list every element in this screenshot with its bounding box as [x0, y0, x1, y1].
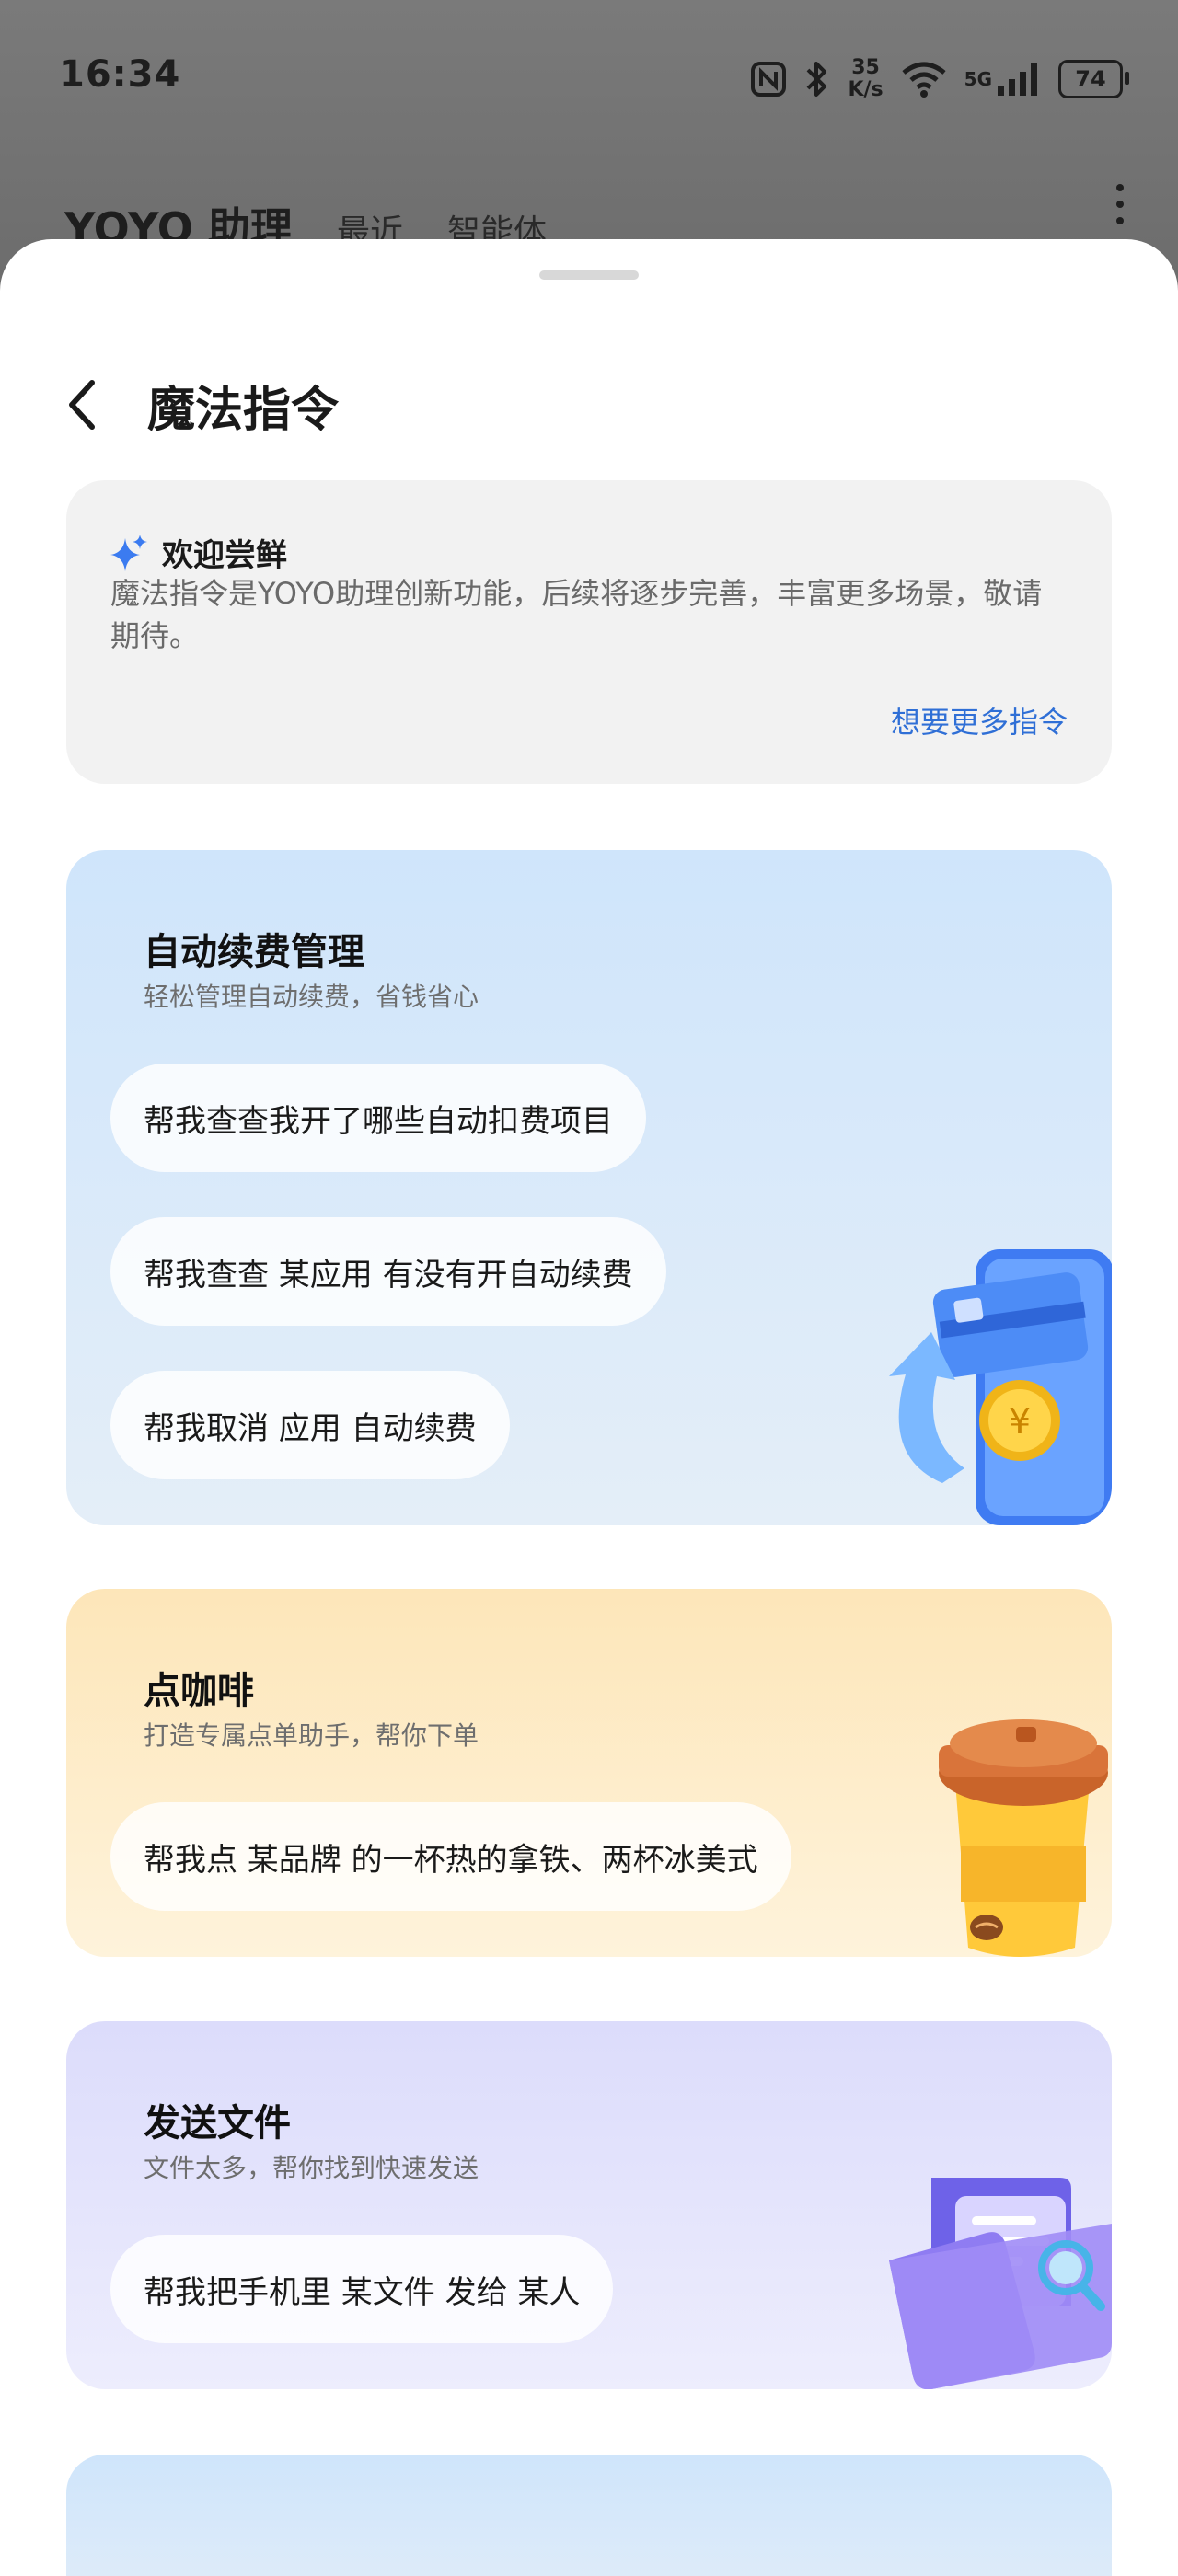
cellular-signal-icon: 5G	[964, 61, 1042, 98]
card-subtitle: 文件太多，帮你找到快速发送	[144, 2153, 479, 2183]
magic-commands-sheet: 魔法指令 欢迎尝鲜 魔法指令是YOYO助理创新功能，后续将逐步完善，丰富更多场景…	[0, 239, 1178, 2576]
svg-text:¥: ¥	[1009, 1401, 1031, 1442]
welcome-header: 欢迎尝鲜	[109, 530, 287, 575]
welcome-card: 欢迎尝鲜 魔法指令是YOYO助理创新功能，后续将逐步完善，丰富更多场景，敬请期待…	[66, 480, 1112, 784]
coffee-cup-illustration	[939, 1719, 1108, 1957]
send-file-card: 发送文件 文件太多，帮你找到快速发送 帮我把手机里 某文件 发给 某人	[66, 2021, 1112, 2389]
command-chip[interactable]: 帮我查查 某应用 有没有开自动续费	[110, 1217, 666, 1326]
network-speed-value: 35	[851, 56, 880, 79]
status-time: 16:34	[59, 53, 181, 96]
more-menu-icon[interactable]	[1114, 184, 1126, 224]
command-chip[interactable]: 帮我点 某品牌 的一杯热的拿铁、两杯冰美式	[110, 1802, 791, 1911]
command-chip[interactable]: 帮我把手机里 某文件 发给 某人	[110, 2235, 614, 2343]
network-speed: 35 K/s	[848, 57, 883, 101]
welcome-title: 欢迎尝鲜	[162, 537, 287, 574]
chevron-left-icon	[69, 380, 95, 430]
sheet-header: 魔法指令	[64, 368, 339, 442]
card-subtitle: 轻松管理自动续费，省钱省心	[144, 982, 479, 1012]
page-title: 魔法指令	[147, 382, 340, 438]
status-bar: 16:34 35 K/s 5G 74	[0, 0, 1178, 156]
card-title: 发送文件	[144, 2102, 291, 2145]
order-coffee-card: 点咖啡 打造专属点单助手，帮你下单 帮我点 某品牌 的一杯热的拿铁、两杯冰美式	[66, 1589, 1112, 1957]
more-commands-link[interactable]: 想要更多指令	[891, 699, 1068, 742]
card-title: 点咖啡	[144, 1670, 254, 1712]
back-button[interactable]	[64, 368, 120, 442]
welcome-description: 魔法指令是YOYO助理创新功能，后续将逐步完善，丰富更多场景，敬请期待。	[110, 576, 1043, 653]
card-title: 自动续费管理	[144, 931, 364, 973]
nfc-icon	[750, 61, 787, 98]
network-speed-unit: K/s	[848, 78, 884, 101]
battery-indicator: 74	[1058, 60, 1129, 98]
next-card-partial	[66, 2455, 1112, 2576]
bluetooth-icon	[803, 60, 831, 98]
phone-payment-illustration: ¥	[889, 1249, 1112, 1525]
command-chip[interactable]: 帮我取消 应用 自动续费	[110, 1371, 510, 1479]
wifi-icon	[900, 60, 948, 98]
auto-renewal-card: 自动续费管理 轻松管理自动续费，省钱省心 帮我查查我开了哪些自动扣费项目 帮我查…	[66, 850, 1112, 1525]
sheet-drag-handle[interactable]	[539, 270, 639, 280]
sparkle-icon	[110, 534, 147, 571]
folder-search-illustration	[889, 2178, 1112, 2389]
card-subtitle: 打造专属点单助手，帮你下单	[144, 1720, 479, 1751]
command-chip[interactable]: 帮我查查我开了哪些自动扣费项目	[110, 1064, 646, 1172]
signal-label: 5G	[964, 68, 992, 90]
status-icons: 35 K/s 5G 74	[750, 53, 1129, 105]
